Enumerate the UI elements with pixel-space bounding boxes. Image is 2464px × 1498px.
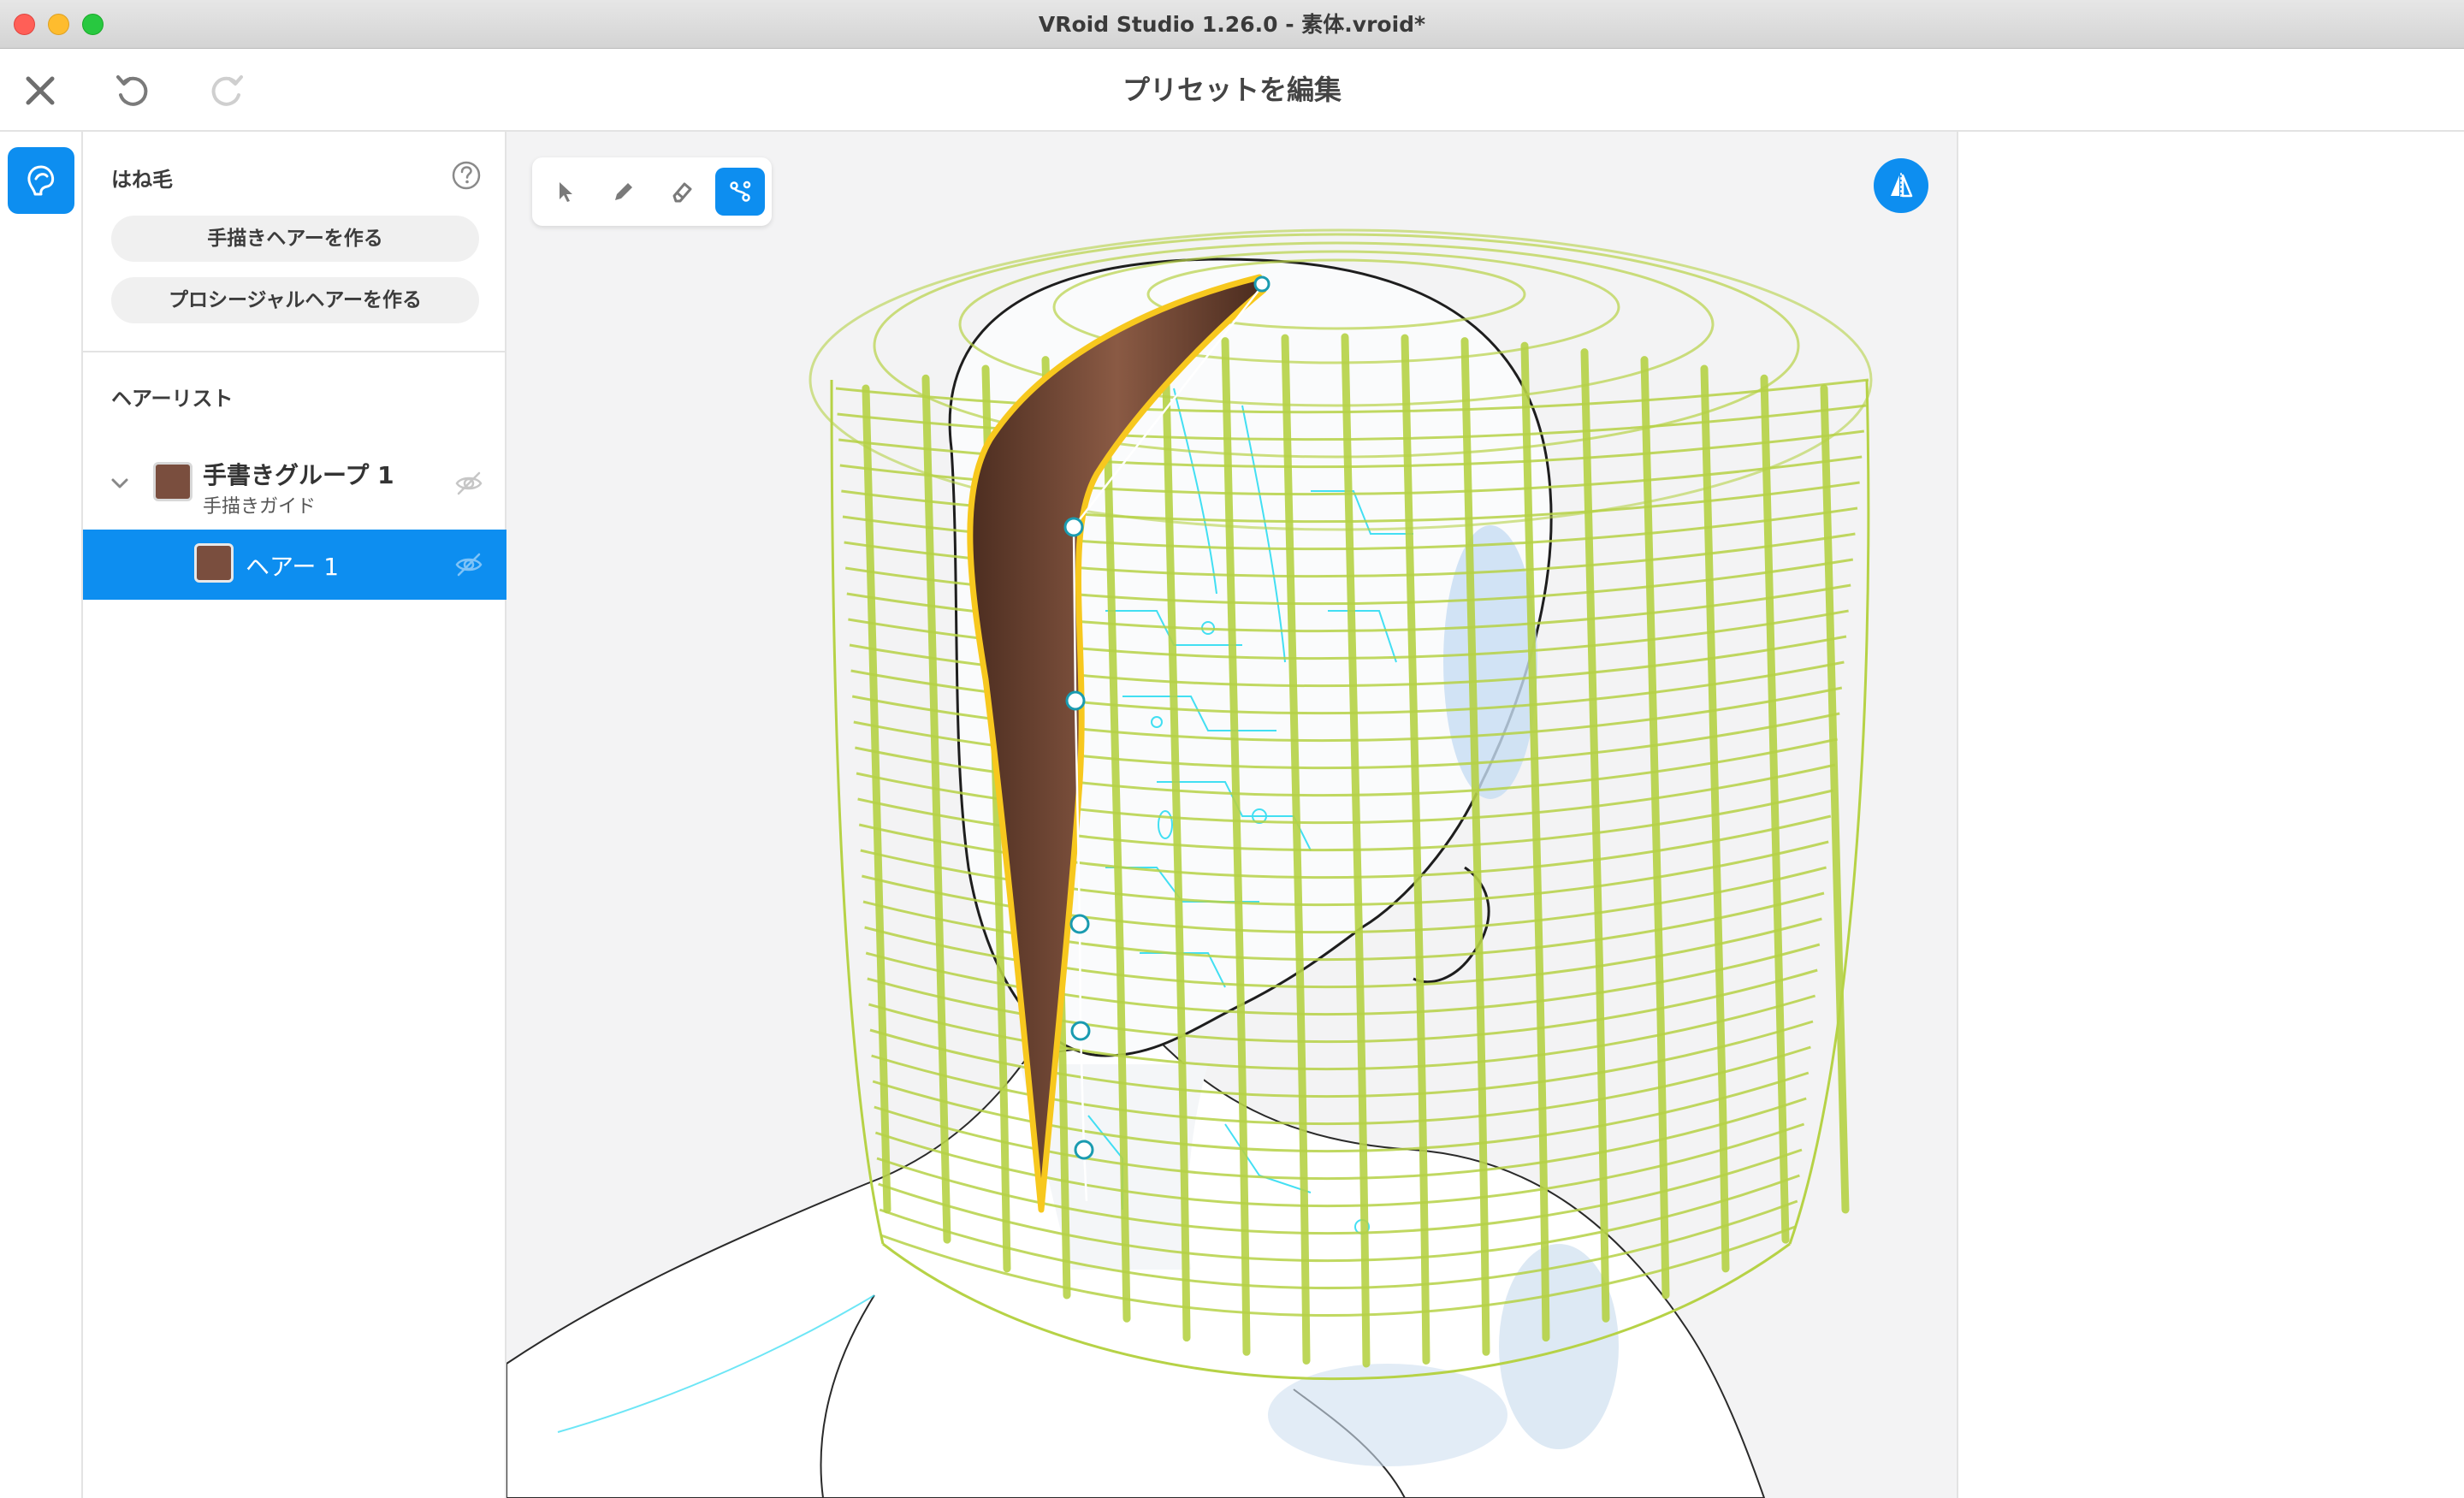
hair-item-name: ヘアー 1 <box>246 553 340 581</box>
section-title: はね毛 <box>111 168 173 192</box>
tool-rail <box>0 132 83 1498</box>
model-view[interactable] <box>506 132 1957 1498</box>
3d-viewport[interactable] <box>506 132 1957 1498</box>
eraser-icon <box>672 182 692 203</box>
hair-tool-button[interactable] <box>8 147 74 214</box>
select-arrow-icon <box>560 182 572 202</box>
group-name: 手書きグループ 1 <box>203 461 394 489</box>
control-point[interactable] <box>1063 517 1084 537</box>
control-point[interactable] <box>1074 1140 1094 1160</box>
control-point-icon <box>730 181 751 202</box>
group-subtitle: 手描きガイド <box>203 496 317 518</box>
window-titlebar: VRoid Studio 1.26.0 - 素体.vroid* <box>0 0 2464 49</box>
group-color-swatch[interactable] <box>153 462 192 501</box>
hair-panel: はね毛 手描きヘアーを作る プロシージャルヘアーを作る ヘアーリスト 手書きグル… <box>83 132 506 1498</box>
create-procedural-hair-button[interactable]: プロシージャルヘアーを作る <box>111 277 479 323</box>
control-point[interactable] <box>1070 1021 1091 1041</box>
eraser-tool-button[interactable] <box>657 168 707 216</box>
draw-toolbar <box>532 157 772 226</box>
hair-list-title: ヘアーリスト <box>111 387 234 411</box>
visibility-off-icon[interactable] <box>454 469 483 498</box>
help-icon[interactable] <box>451 160 482 191</box>
item-color-swatch[interactable] <box>194 543 234 583</box>
create-hand-drawn-hair-button[interactable]: 手描きヘアーを作る <box>111 216 479 262</box>
symmetry-icon <box>1891 173 1913 198</box>
visibility-off-icon[interactable] <box>454 550 483 579</box>
panel-divider <box>83 351 506 352</box>
chevron-down-icon[interactable] <box>109 472 131 494</box>
control-point[interactable] <box>1253 275 1270 293</box>
hair-item-row[interactable]: ヘアー 1 <box>83 530 506 600</box>
select-tool-button[interactable] <box>541 168 590 216</box>
hair-tool-icon <box>27 165 55 196</box>
hair-group-row[interactable]: 手書きグループ 1 手描きガイド <box>83 440 506 525</box>
symmetry-toggle-button[interactable] <box>1874 158 1928 213</box>
window-title: VRoid Studio 1.26.0 - 素体.vroid* <box>1038 12 1426 37</box>
right-panel <box>1957 132 2464 1498</box>
pencil-icon <box>615 183 632 200</box>
app-header: プリセットを編集 <box>0 49 2464 132</box>
control-point-tool-button[interactable] <box>715 168 765 216</box>
pen-tool-button[interactable] <box>599 168 649 216</box>
control-point[interactable] <box>1065 690 1086 711</box>
page-title: プリセットを編集 <box>1122 74 1342 106</box>
control-point[interactable] <box>1069 914 1090 934</box>
